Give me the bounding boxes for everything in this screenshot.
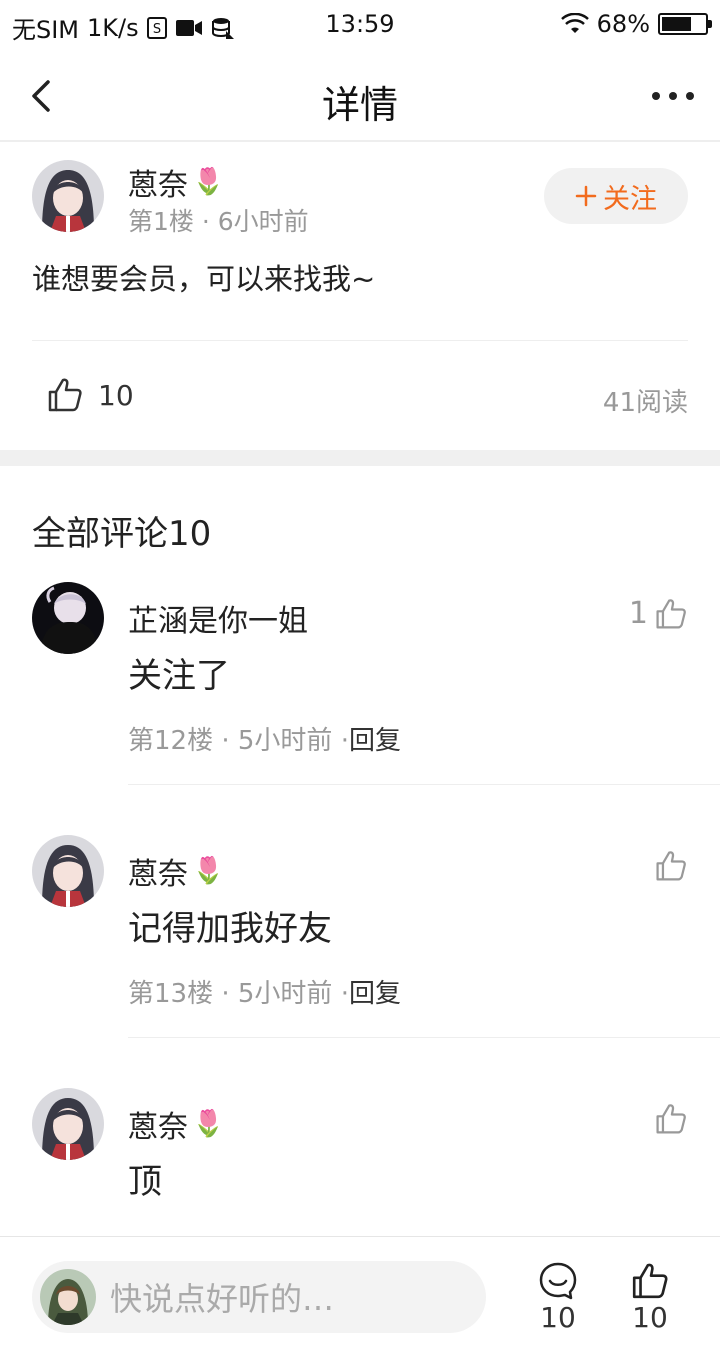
bottom-bar: 快说点好听的… 10 10	[0, 1236, 720, 1356]
battery-icon	[658, 13, 712, 35]
comment-floor: 第13楼	[128, 979, 214, 1009]
comment-item: 芷涵是你一姐 1 关注了 第12楼 · 5小时前 ·回复	[0, 582, 720, 835]
dark-hoodie-avatar-icon	[32, 582, 104, 654]
avatar[interactable]	[32, 1088, 104, 1160]
plus-icon	[575, 185, 597, 207]
comment-placeholder: 快说点好听的…	[110, 1280, 335, 1318]
comment-username[interactable]: 蒽奈 🌷	[128, 849, 224, 893]
comment-username[interactable]: 蒽奈 🌷	[128, 1102, 224, 1146]
like-count: 10	[632, 1301, 668, 1334]
anime-girl-avatar-icon	[32, 835, 104, 907]
comment-meta: 第12楼 · 5小时前 ·回复	[128, 726, 401, 756]
post-card: 蒽奈 🌷 第1楼 · 6小时前 关注 谁想要会员，可以来找我~ 10 41阅读	[0, 144, 720, 450]
more-dots-icon	[652, 92, 694, 100]
tulip-icon: 🌷	[192, 856, 225, 886]
comment-input[interactable]: 快说点好听的…	[32, 1261, 486, 1333]
thumbs-up-icon	[48, 378, 82, 412]
comment-text: 顶	[128, 1162, 162, 1202]
comment-like-count: 1	[628, 596, 648, 631]
anime-girl-avatar-icon	[32, 160, 104, 232]
comment-time: 5小时前	[237, 979, 333, 1009]
post-body: 谁想要会员，可以来找我~	[32, 262, 376, 296]
status-bar: 无SIM 1K/s S 13:59 68%	[0, 0, 720, 50]
divider	[128, 1037, 720, 1038]
tulip-icon: 🌷	[192, 167, 225, 197]
reply-button[interactable]: 回复	[349, 726, 401, 756]
follow-button[interactable]: 关注	[544, 168, 688, 224]
comment-like-button[interactable]	[654, 1102, 688, 1136]
battery-percent: 68%	[596, 10, 650, 38]
username-text: 蒽奈	[128, 1110, 188, 1145]
anime-girl-avatar-icon	[32, 1088, 104, 1160]
comments-button[interactable]: 10	[526, 1261, 590, 1334]
thumbs-up-icon	[656, 1104, 686, 1134]
post-meta: 第1楼 · 6小时前	[128, 207, 309, 236]
green-hood-avatar-icon	[40, 1269, 96, 1325]
reply-button[interactable]: 回复	[349, 979, 401, 1009]
section-separator	[0, 450, 720, 466]
read-count: 41阅读	[602, 388, 688, 418]
thumbs-up-icon	[656, 851, 686, 881]
username-text: 芷涵是你一姐	[128, 604, 308, 639]
nav-bar: 详情	[0, 50, 720, 142]
avatar[interactable]	[32, 160, 104, 232]
comment-bubble-icon	[539, 1262, 577, 1300]
thumbs-up-icon	[656, 598, 686, 629]
post-like-button[interactable]: 10	[46, 376, 134, 414]
comment-floor: 第12楼	[128, 726, 214, 756]
thumbs-up-icon	[632, 1263, 668, 1299]
comment-time: 5小时前	[237, 726, 333, 756]
divider	[128, 784, 720, 785]
comment-like-button[interactable]	[654, 849, 688, 883]
comments-header: 全部评论10	[32, 514, 212, 554]
username-text: 蒽奈	[128, 168, 188, 203]
comment-text: 记得加我好友	[128, 909, 332, 949]
comment-item: 蒽奈 🌷 记得加我好友 第13楼 · 5小时前 ·回复	[0, 835, 720, 1088]
username-text: 蒽奈	[128, 857, 188, 892]
avatar[interactable]	[32, 582, 104, 654]
page-title: 详情	[321, 83, 398, 127]
avatar[interactable]	[32, 835, 104, 907]
battery-level	[662, 17, 691, 31]
like-button[interactable]: 10	[618, 1261, 682, 1334]
comment-username[interactable]: 芷涵是你一姐	[128, 596, 308, 640]
follow-label: 关注	[603, 183, 657, 215]
divider	[32, 340, 688, 341]
comment-text: 关注了	[128, 656, 230, 696]
tulip-icon: 🌷	[192, 1109, 225, 1139]
comment-meta: 第13楼 · 5小时前 ·回复	[128, 979, 401, 1009]
wifi-icon	[560, 13, 589, 35]
comment-like-button[interactable]: 1	[629, 596, 688, 631]
more-button[interactable]	[648, 80, 698, 112]
post-like-count: 10	[98, 378, 134, 412]
avatar	[40, 1269, 96, 1325]
status-right: 68%	[560, 10, 712, 38]
post-username[interactable]: 蒽奈 🌷	[128, 160, 224, 204]
comment-count: 10	[540, 1301, 576, 1334]
